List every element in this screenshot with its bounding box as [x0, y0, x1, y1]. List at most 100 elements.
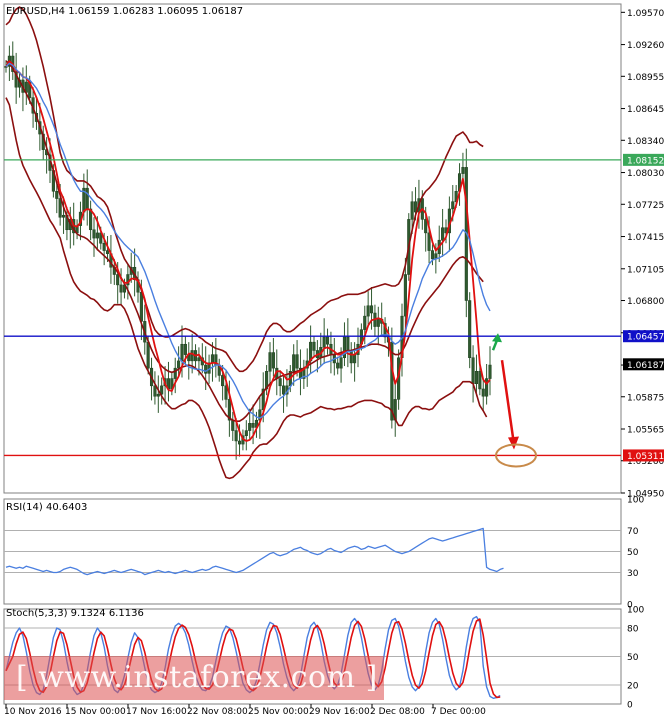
- price-tick-label: 1.07105: [627, 265, 664, 275]
- rsi-tick-label: 30: [627, 569, 639, 579]
- candle-body: [197, 357, 201, 362]
- green-arrow-up: [491, 339, 499, 351]
- candle-body: [210, 354, 215, 364]
- candle-body: [278, 378, 282, 387]
- candle-body: [237, 440, 242, 445]
- candle-body: [488, 364, 492, 379]
- candle-body: [481, 388, 485, 397]
- candle-body: [190, 350, 194, 362]
- candle-body: [441, 227, 445, 241]
- price-tick-label: 1.07415: [627, 233, 664, 243]
- candle-body: [403, 274, 407, 317]
- panel-frames: [3, 3, 622, 705]
- candle-body: [244, 430, 248, 437]
- candle-body: [102, 243, 106, 251]
- time-tick-label: 7 Dec 00:00: [431, 707, 486, 717]
- candle-body: [336, 362, 340, 369]
- candle-body: [58, 198, 62, 218]
- candle-body: [461, 167, 465, 174]
- candle-body: [234, 430, 238, 442]
- rsi-tick-label: 50: [627, 548, 639, 558]
- candle-body: [281, 385, 286, 395]
- stoch-tick-label: 100: [627, 606, 644, 616]
- candle-body: [85, 187, 89, 210]
- level-price-text: 1.05311: [627, 452, 664, 462]
- candle-body: [92, 229, 96, 239]
- red-arrowhead: [508, 436, 519, 450]
- candle-body: [204, 364, 208, 374]
- candle-body: [451, 201, 455, 210]
- candle-body: [248, 423, 252, 431]
- candle-body: [363, 315, 367, 330]
- candle-body: [173, 367, 177, 379]
- candle-body: [430, 250, 435, 260]
- candle-body: [156, 393, 160, 397]
- time-tick-label: 2 Dec 08:00: [370, 707, 425, 717]
- rsi-panel: 1007050300: [4, 496, 644, 611]
- time-tick-label: 25 Nov 00:00: [248, 707, 309, 717]
- red-arrow-down: [500, 360, 515, 438]
- candle-body: [376, 318, 380, 327]
- candle-body: [325, 336, 330, 345]
- symbol-header: EURUSD,H4 1.06159 1.06283 1.06095 1.0618…: [6, 6, 243, 17]
- price-tick-label: 1.08645: [627, 105, 664, 115]
- candle-body: [153, 385, 157, 397]
- stoch-tick-label: 0: [627, 701, 633, 711]
- candle-body: [221, 375, 225, 387]
- price-tick-label: 1.08955: [627, 73, 664, 83]
- time-tick-label: 17 Nov 16:00: [126, 707, 187, 717]
- rsi-tick-label: 100: [627, 496, 644, 506]
- candle-body: [346, 336, 350, 351]
- rsi-label: RSI(14) 40.6403: [6, 502, 87, 513]
- candle-body: [295, 354, 299, 369]
- price-tick-label: 1.05875: [627, 393, 664, 403]
- watermark-text: [ www.instaforex.com ]: [16, 660, 378, 695]
- time-tick-label: 29 Nov 16:00: [309, 707, 370, 717]
- candle-body: [271, 352, 275, 369]
- candle-body: [468, 300, 472, 358]
- candle-body: [55, 191, 59, 199]
- candle-body: [292, 354, 296, 372]
- time-tick-label: 10 Nov 2016: [4, 707, 62, 717]
- candle-body: [180, 343, 184, 362]
- candle-body: [268, 352, 272, 372]
- candle-body: [116, 274, 120, 286]
- slow-ma-line: [5, 62, 491, 419]
- price-tick-label: 1.07725: [627, 201, 664, 211]
- main-price-panel: 1.09570 1.09260 1.08955 1.08645 1.08340 1.080…: [4, 6, 664, 500]
- time-axis: 10 Nov 2016 15 Nov 00:00 17 Nov 16:00 22 No…: [4, 704, 486, 717]
- candle-body: [95, 232, 99, 239]
- upper-band-line: [5, 6, 484, 373]
- price-tick-label: 1.08030: [627, 169, 664, 179]
- candle-body: [119, 284, 123, 293]
- green-arrowhead: [492, 333, 502, 343]
- candle-body: [105, 250, 110, 254]
- candle-body: [312, 341, 316, 351]
- candle-body: [471, 357, 475, 385]
- middle-band-line: [5, 60, 484, 423]
- level-price-text: 1.06187: [627, 361, 664, 371]
- candle-body: [410, 201, 414, 220]
- candle-body: [177, 360, 181, 369]
- candle-body: [339, 357, 343, 369]
- candle-body: [231, 419, 235, 431]
- candle-body: [427, 232, 431, 251]
- time-tick-label: 22 Nov 08:00: [187, 707, 248, 717]
- stoch-tick-label: 80: [627, 625, 639, 635]
- stoch-label: Stoch(5,3,3) 9.1324 6.1136: [6, 608, 144, 619]
- candle-body: [424, 219, 428, 234]
- level-price-text: 1.08152: [627, 156, 664, 166]
- stoch-tick-label: 20: [627, 682, 639, 692]
- candle-body: [474, 371, 479, 385]
- fast-ma-line: [5, 60, 491, 442]
- candle-body: [353, 354, 357, 364]
- price-tick-label: 1.05565: [627, 426, 664, 436]
- stoch-tick-label: 50: [627, 653, 639, 663]
- price-tick-label: 1.08340: [627, 137, 664, 147]
- chart-canvas: 1.09570 1.09260 1.08955 1.08645 1.08340 1.080…: [3, 3, 664, 717]
- candle-body: [61, 214, 66, 218]
- time-tick-label: 15 Nov 00:00: [65, 707, 126, 717]
- candle-body: [139, 291, 143, 322]
- candle-body: [366, 305, 370, 317]
- candle-body: [251, 423, 255, 428]
